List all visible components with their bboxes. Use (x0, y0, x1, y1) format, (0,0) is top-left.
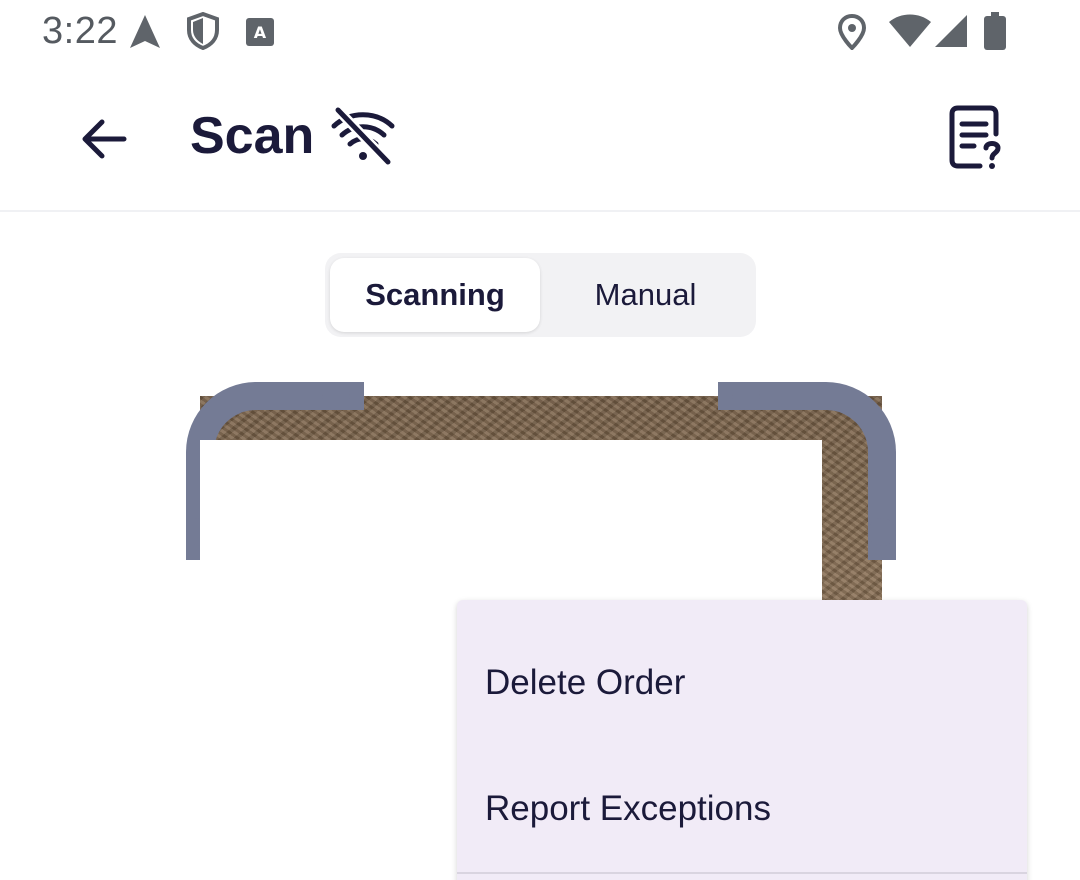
menu-item-report-exceptions[interactable]: Report Exceptions (457, 746, 1027, 872)
signal-icon (935, 15, 967, 47)
location-icon (838, 14, 866, 50)
navigation-icon (130, 15, 160, 48)
help-document-button[interactable] (940, 102, 1012, 174)
wifi-icon (889, 14, 931, 47)
viewfinder-corner-cap (732, 382, 760, 410)
menu-item-delete-order[interactable]: Delete Order (457, 620, 1027, 746)
top-app-bar: Scan (0, 68, 1080, 212)
menu-divider (457, 872, 1027, 874)
svg-text:A: A (254, 23, 267, 42)
viewfinder-corner-cap (868, 518, 896, 546)
wifi-off-icon (331, 106, 395, 166)
shield-icon (187, 12, 219, 50)
back-button[interactable] (72, 106, 138, 172)
status-bar: 3:22 A (0, 0, 1080, 68)
status-time: 3:22 (42, 10, 118, 52)
arrow-left-icon (82, 119, 127, 159)
tab-manual[interactable]: Manual (540, 258, 751, 332)
overflow-menu: Delete Order Report Exceptions (457, 600, 1027, 880)
keyboard-a-icon: A (246, 18, 274, 46)
viewfinder-corner-cap (322, 382, 350, 410)
page-title: Scan (190, 107, 315, 165)
tab-scanning[interactable]: Scanning (330, 258, 540, 332)
scan-mode-toggle: Scanning Manual (325, 253, 756, 337)
document-question-icon (949, 105, 1001, 169)
scan-screen: 3:22 A Scan Scanning Manual Delete Order… (0, 0, 1080, 880)
battery-icon (984, 12, 1006, 50)
